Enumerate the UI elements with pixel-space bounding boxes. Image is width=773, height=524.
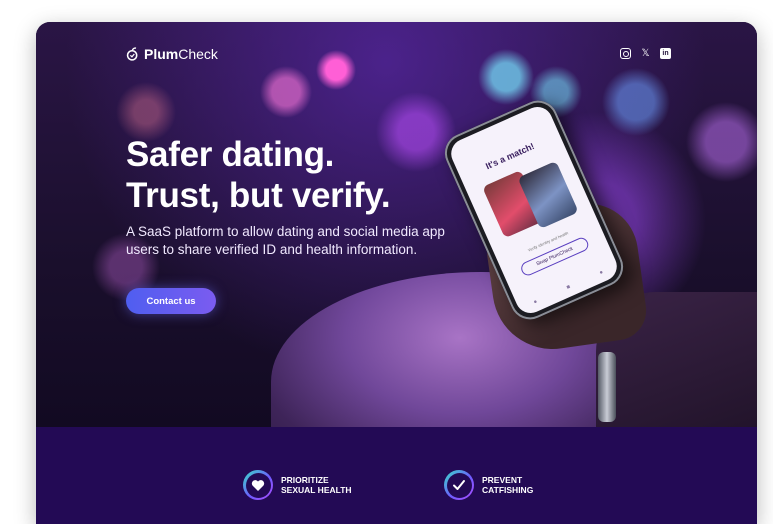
feature-label-line-2: SEXUAL HEALTH <box>281 485 352 495</box>
feature-sexual-health: PRIORITIZE SEXUAL HEALTH <box>243 470 371 500</box>
feature-label-line-1: PRIORITIZE <box>281 475 329 485</box>
brand-logo[interactable]: Plum Check <box>126 46 218 62</box>
hero-title-line-2: Trust, but verify. <box>126 176 391 215</box>
brand-name-regular: Check <box>178 46 218 62</box>
features-band: PRIORITIZE SEXUAL HEALTH PREVENT CATFISH… <box>36 427 757 524</box>
feature-label-line-2: CATFISHING <box>482 485 534 495</box>
feature-catfishing: PREVENT CATFISHING <box>444 470 572 500</box>
feature-ring-inner <box>245 472 271 498</box>
phone-swap-pill: Swap PlumCheck <box>519 235 591 278</box>
browser-frame: It's a match! Verify identity and health… <box>36 22 757 524</box>
contact-us-button[interactable]: Contact us <box>126 288 216 314</box>
feature-ring-inner <box>446 472 472 498</box>
hero-title: Safer dating. Trust, but verify. <box>126 134 391 216</box>
feature-label: PRIORITIZE SEXUAL HEALTH <box>281 475 371 495</box>
brand-name-bold: Plum <box>144 46 179 62</box>
x-icon[interactable]: 𝕏 <box>640 48 651 59</box>
feature-label-line-1: PREVENT <box>482 475 523 485</box>
checkmark-icon <box>453 480 465 490</box>
site-header: Plum Check 𝕏 in <box>36 22 757 92</box>
hero-title-line-1: Safer dating. <box>126 135 335 174</box>
feature-ring <box>444 470 474 500</box>
social-links: 𝕏 in <box>620 48 671 59</box>
plum-logo-icon <box>126 47 138 61</box>
linkedin-icon[interactable]: in <box>660 48 671 59</box>
instagram-icon[interactable] <box>620 48 631 59</box>
feature-label: PREVENT CATFISHING <box>482 475 572 495</box>
wristwatch <box>598 352 616 422</box>
feature-ring <box>243 470 273 500</box>
hero-subtitle: A SaaS platform to allow dating and soci… <box>126 224 445 257</box>
heart-icon <box>251 479 265 491</box>
